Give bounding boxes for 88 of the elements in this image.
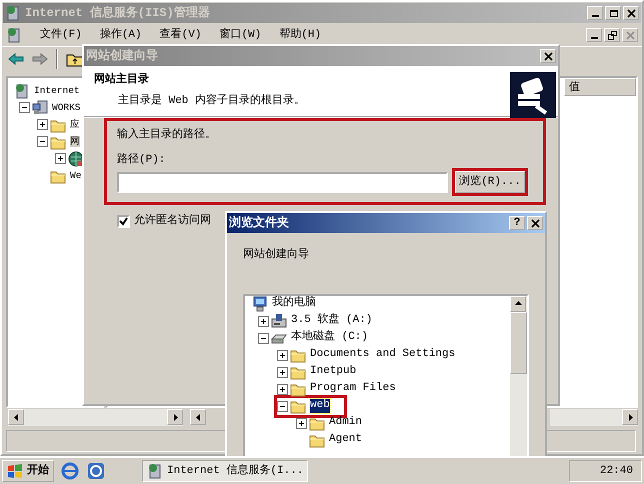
- close-button[interactable]: [527, 216, 543, 230]
- tree-item[interactable]: web: [310, 399, 330, 413]
- start-button[interactable]: 开始: [2, 460, 54, 482]
- wizard-heading: 网站主目录: [94, 72, 150, 88]
- tree-item[interactable]: Program Files: [310, 382, 396, 396]
- wizard-subheading: 主目录是 Web 内容子目录的根目录。: [118, 92, 306, 108]
- column-header[interactable]: 值: [564, 78, 636, 96]
- tree-item[interactable]: 网: [70, 136, 80, 148]
- restore-icon: [608, 30, 616, 40]
- expander-icon[interactable]: [37, 119, 48, 130]
- arrow-icon: [12, 414, 20, 420]
- arrow-icon: [626, 414, 634, 420]
- expander-icon[interactable]: [258, 332, 269, 344]
- tree-item[interactable]: 本地磁盘 (C:): [291, 331, 368, 345]
- scrollbar[interactable]: [510, 296, 527, 458]
- close-icon: [626, 8, 636, 18]
- arrow-icon: [194, 414, 202, 420]
- app-icon: [6, 27, 22, 43]
- arrow-icon: [172, 414, 178, 420]
- tree-item[interactable]: We: [70, 170, 82, 182]
- scroll-arrow-button[interactable]: [622, 409, 638, 425]
- dialog-description: 网站创建向导: [243, 247, 310, 263]
- tree-item[interactable]: 3.5 软盘 (A:): [291, 314, 372, 328]
- app-launcher-icon[interactable]: [86, 461, 106, 481]
- server-icon: [32, 100, 48, 116]
- help-button[interactable]: ?: [509, 216, 525, 230]
- checkbox[interactable]: [117, 214, 130, 228]
- maximize-button[interactable]: [605, 6, 621, 20]
- check-icon: [119, 216, 128, 226]
- expander-icon[interactable]: [277, 400, 288, 412]
- expander-icon[interactable]: [55, 153, 66, 164]
- expander-icon[interactable]: [296, 418, 307, 428]
- server-globe-icon: [14, 82, 30, 98]
- tree-item[interactable]: Inetpub: [310, 365, 356, 379]
- tree-item[interactable]: WORKS: [52, 102, 81, 114]
- tree-item[interactable]: 我的电脑: [272, 297, 316, 311]
- minimize-button[interactable]: [586, 28, 602, 42]
- maximize-icon: [608, 8, 618, 18]
- menu-item[interactable]: 文件(F): [40, 26, 82, 44]
- tree-item[interactable]: Admin: [329, 416, 362, 430]
- dialog-title: 浏览文件夹: [229, 214, 289, 232]
- close-icon: [626, 30, 634, 40]
- app-icon: [5, 5, 21, 21]
- tree-item[interactable]: Documents and Settings: [310, 348, 456, 362]
- minimize-button[interactable]: [587, 6, 603, 20]
- expander-icon[interactable]: [19, 102, 30, 113]
- flag-icon: [7, 464, 23, 478]
- scroll-arrow-button[interactable]: [510, 296, 526, 312]
- taskbar-button[interactable]: Internet 信息服务(I...: [142, 460, 308, 482]
- menu-item[interactable]: 操作(A): [100, 26, 142, 44]
- floppy-drive-icon: [271, 313, 287, 329]
- clock: 22:40: [600, 464, 633, 479]
- expander-icon[interactable]: [37, 136, 48, 147]
- scroll-arrow-button[interactable]: [167, 409, 183, 425]
- menu-item[interactable]: 查看(V): [160, 26, 202, 44]
- scroll-arrow-button[interactable]: [190, 409, 206, 425]
- expander-icon[interactable]: [277, 384, 288, 394]
- scroll-thumb[interactable]: [510, 312, 527, 374]
- window-title: Internet 信息服务(IIS)管理器: [25, 4, 210, 22]
- tree-item[interactable]: 应: [70, 118, 80, 130]
- field-label: 路径(P):: [117, 152, 166, 168]
- restore-button[interactable]: [604, 28, 620, 42]
- arrow-icon: [514, 300, 522, 307]
- forward-arrow-icon[interactable]: [32, 50, 48, 66]
- close-icon: [544, 52, 552, 60]
- computer-icon: [252, 296, 268, 312]
- menu-item[interactable]: 窗口(W): [219, 26, 262, 44]
- expander-icon[interactable]: [277, 366, 288, 378]
- dialog-title: 网站创建向导: [86, 48, 158, 65]
- close-icon: [530, 218, 540, 228]
- minimize-icon: [590, 37, 598, 39]
- close-button[interactable]: [540, 49, 556, 63]
- back-arrow-icon[interactable]: [8, 50, 24, 66]
- path-field[interactable]: [117, 172, 448, 192]
- expander-icon[interactable]: [277, 350, 288, 360]
- checkbox-label: 允许匿名访问网: [134, 213, 211, 229]
- tree-item[interactable]: Internet: [34, 84, 80, 96]
- tree-item[interactable]: Agent: [329, 433, 362, 447]
- scroll-arrow-button[interactable]: [8, 409, 24, 425]
- expander-icon[interactable]: [258, 316, 269, 326]
- path-prompt: 输入主目录的路径。: [117, 127, 217, 143]
- scrollbar[interactable]: [8, 409, 183, 426]
- close-button[interactable]: [623, 6, 639, 20]
- menu-item[interactable]: 帮助(H): [279, 26, 322, 44]
- minimize-icon: [592, 15, 598, 17]
- browse-button[interactable]: 浏览(R)...: [455, 171, 525, 193]
- app-icon: [147, 463, 163, 479]
- browser-icon[interactable]: [60, 461, 80, 481]
